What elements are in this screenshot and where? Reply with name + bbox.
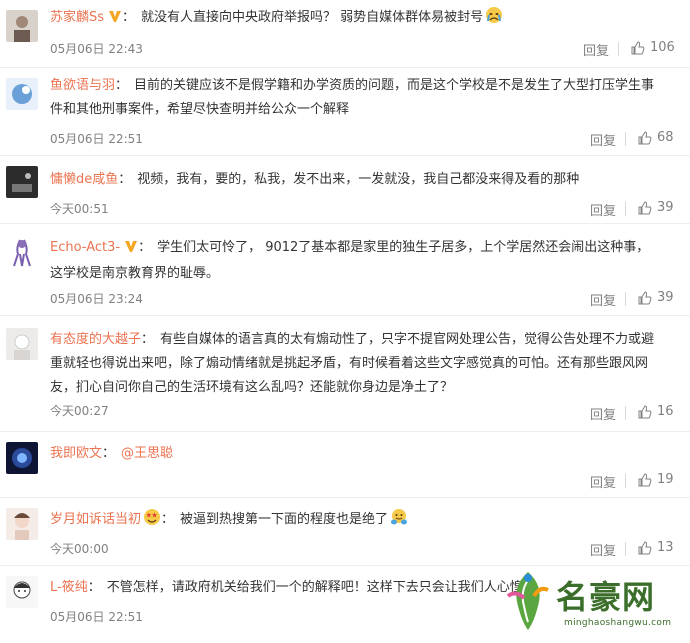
- comment-time: 05月06日 23:24: [50, 292, 143, 306]
- site-watermark: 名豪网 minghaoshangwu.com: [498, 562, 688, 642]
- like-count: 13: [657, 540, 674, 555]
- comment-item: 苏家麟Ss：就没有人直接向中央政府举报吗？ 弱势自媒体群体易被封号 05月06日…: [0, 0, 690, 68]
- comment-text: 视频，我有，要的，私我，发不出来，一发就没，我自己都没来得及看的那种: [137, 172, 580, 187]
- avatar[interactable]: [6, 576, 38, 608]
- username-link[interactable]: 岁月如诉话当初: [50, 512, 141, 527]
- comment-time: 05月06日 22:43: [50, 42, 143, 56]
- like-count: 39: [657, 290, 674, 305]
- thumbs-up-icon: [638, 200, 652, 214]
- thumbs-up-icon: [638, 404, 652, 418]
- divider: [625, 474, 626, 488]
- comment-item: 岁月如诉话当初：被逼到热搜第一下面的程度也是绝了 今天00:00 回复 13: [0, 498, 690, 566]
- divider: [625, 132, 626, 146]
- avatar[interactable]: [6, 166, 38, 198]
- username-link[interactable]: 我即欧文: [50, 446, 102, 461]
- divider: [625, 406, 626, 420]
- star-eyes-face-icon: [143, 508, 161, 535]
- reply-button[interactable]: 回复: [590, 200, 616, 219]
- like-button[interactable]: 19: [638, 472, 674, 487]
- username-link[interactable]: 鱼欲语与羽: [50, 78, 115, 93]
- like-button[interactable]: 39: [638, 200, 674, 215]
- comment-item: 鱼欲语与羽： 目前的关键应该不是假学籍和办学资质的问题，而是这个学校是不是发生了大…: [0, 68, 690, 156]
- like-count: 106: [650, 40, 675, 55]
- comment-text: 目前的关键应该不是假学籍和办学资质的问题，而是这个学校是不是发生了大型打压学生事…: [50, 78, 655, 117]
- username-link[interactable]: 苏家麟Ss: [50, 10, 104, 25]
- thumbs-up-icon: [638, 540, 652, 554]
- like-button[interactable]: 13: [638, 540, 674, 555]
- avatar[interactable]: [6, 78, 38, 110]
- like-button[interactable]: 16: [638, 404, 674, 419]
- watermark-title: 名豪网: [556, 578, 656, 616]
- reply-button[interactable]: 回复: [590, 290, 616, 309]
- like-button[interactable]: 39: [638, 290, 674, 305]
- avatar[interactable]: [6, 236, 38, 268]
- divider: [625, 202, 626, 216]
- avatar[interactable]: [6, 10, 38, 42]
- username-link[interactable]: L-筱纯: [50, 580, 88, 595]
- verified-badge-icon: [108, 8, 122, 32]
- divider: [625, 542, 626, 556]
- watermark-url: minghaoshangwu.com: [564, 618, 672, 628]
- hugging-face-icon: [390, 508, 408, 535]
- comment-item: 有态度的大越子： 有些自媒体的语言真的太有煽动性了，只字不提官网处理公告，觉得公告…: [0, 316, 690, 432]
- like-button[interactable]: 68: [638, 130, 674, 145]
- comment-text: 被逼到热搜第一下面的程度也是绝了: [180, 512, 389, 527]
- username-link[interactable]: 有态度的大越子: [50, 332, 141, 347]
- reply-button[interactable]: 回复: [590, 404, 616, 423]
- username-link[interactable]: 慵懒de咸鱼: [50, 172, 118, 187]
- thumbs-up-icon: [638, 130, 652, 144]
- avatar[interactable]: [6, 328, 38, 360]
- like-count: 68: [657, 130, 674, 145]
- divider: [618, 42, 619, 56]
- comment-item: 我即欧文： @王思聪 回复 19: [0, 432, 690, 498]
- reply-button[interactable]: 回复: [590, 540, 616, 559]
- verified-badge-icon: [124, 238, 138, 262]
- like-button[interactable]: 106: [631, 40, 675, 55]
- like-count: 19: [657, 472, 674, 487]
- comment-item: Echo-Act3-：学生们太可怜了， 9012了基本都是家里的独生子居多，上个…: [0, 224, 690, 316]
- comment-time: 今天00:51: [50, 202, 109, 216]
- reply-button[interactable]: 回复: [583, 40, 609, 59]
- username-link[interactable]: Echo-Act3-: [50, 240, 120, 255]
- like-count: 39: [657, 200, 674, 215]
- thumbs-up-icon: [631, 40, 645, 54]
- reply-button[interactable]: 回复: [590, 472, 616, 491]
- mention-link[interactable]: @王思聪: [121, 446, 173, 461]
- comment-item: 慵懒de咸鱼： 视频，我有，要的，私我，发不出来，一发就没，我自己都没来得及看的那…: [0, 156, 690, 224]
- avatar[interactable]: [6, 508, 38, 540]
- avatar[interactable]: [6, 442, 38, 474]
- site-logo-icon: [506, 572, 549, 630]
- divider: [625, 292, 626, 306]
- comment-time: 今天00:27: [50, 404, 109, 418]
- reply-button[interactable]: 回复: [590, 130, 616, 149]
- crying-face-icon: [485, 6, 503, 33]
- thumbs-up-icon: [638, 290, 652, 304]
- like-count: 16: [657, 404, 674, 419]
- thumbs-up-icon: [638, 472, 652, 486]
- comment-time: 05月06日 22:51: [50, 132, 143, 146]
- comment-time: 今天00:00: [50, 542, 109, 556]
- comment-time: 05月06日 22:51: [50, 610, 143, 624]
- comment-text: 不管怎样，请政府机关给我们一个的解释吧！这样下去只会让我们人心惶: [106, 580, 523, 595]
- comment-text: 就没有人直接向中央政府举报吗？ 弱势自媒体群体易被封号: [141, 10, 484, 25]
